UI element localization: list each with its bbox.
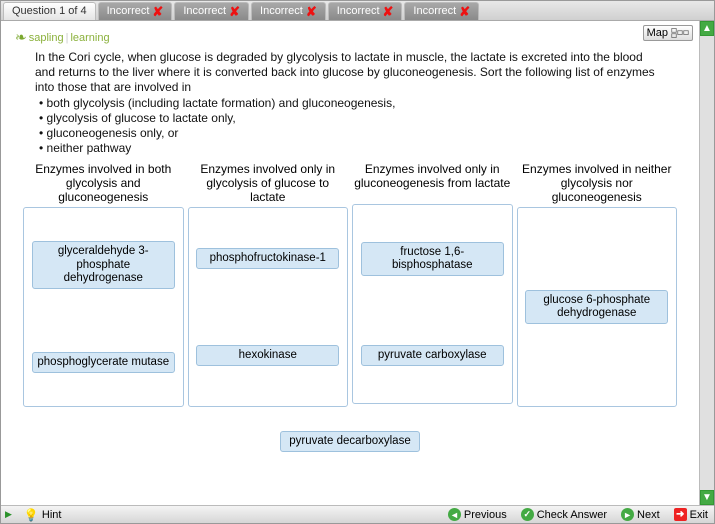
previous-button[interactable]: ◄ Previous [446, 508, 509, 521]
enzyme-tile[interactable]: pyruvate carboxylase [361, 345, 504, 366]
scroll-up-icon[interactable]: ▲ [700, 21, 714, 36]
enzyme-tile[interactable]: phosphofructokinase-1 [196, 248, 339, 269]
play-icon: ▶ [5, 509, 12, 520]
sort-column: Enzymes involved in both glycolysis and … [23, 162, 184, 407]
scroll-down-icon[interactable]: ▼ [700, 490, 714, 505]
enzyme-tile[interactable]: glucose 6-phosphate dehydrogenase [525, 290, 668, 324]
column-header: Enzymes involved only in glycolysis of g… [188, 162, 349, 207]
enzyme-tile[interactable]: pyruvate decarboxylase [280, 431, 420, 452]
drop-zone[interactable]: glucose 6-phosphate dehydrogenase [517, 207, 678, 407]
bullet-item: glycolysis of glucose to lactate only, [39, 111, 665, 126]
enzyme-tile[interactable]: fructose 1,6-bisphosphatase [361, 242, 504, 276]
exit-button[interactable]: ➜ Exit [672, 508, 710, 521]
bullet-item: gluconeogenesis only, or [39, 126, 665, 141]
arrow-right-icon: ► [621, 508, 634, 521]
sort-column: Enzymes involved only in gluconeogenesis… [352, 162, 513, 407]
x-icon: ✘ [459, 5, 470, 18]
sort-columns: Enzymes involved in both glycolysis and … [7, 162, 693, 407]
tab-attempt[interactable]: Incorrect ✘ [328, 2, 403, 20]
content-area: ❧ sapling|learning Map In the Cori cycle… [1, 21, 699, 505]
tab-bar: Question 1 of 4 Incorrect ✘Incorrect ✘In… [1, 1, 714, 21]
hint-button[interactable]: 💡 Hint [22, 508, 64, 522]
enzyme-tile[interactable]: hexokinase [196, 345, 339, 366]
brand-logo: ❧ sapling|learning [7, 25, 110, 46]
question-text: In the Cori cycle, when glucose is degra… [7, 50, 693, 162]
enzyme-tile[interactable]: glyceraldehyde 3-phosphate dehydrogenase [32, 241, 175, 289]
lightbulb-icon: 💡 [24, 508, 39, 522]
vertical-scrollbar[interactable]: ▲ ▼ [699, 21, 714, 505]
column-header: Enzymes involved only in gluconeogenesis… [352, 162, 513, 204]
bullet-item: neither pathway [39, 141, 665, 156]
leaf-icon: ❧ [15, 29, 27, 46]
drop-zone[interactable]: fructose 1,6-bisphosphatase pyruvate carb… [352, 204, 513, 404]
column-header: Enzymes involved in both glycolysis and … [23, 162, 184, 207]
x-icon: ✘ [152, 5, 163, 18]
column-header: Enzymes involved in neither glycolysis n… [517, 162, 678, 207]
tab-attempt[interactable]: Incorrect ✘ [174, 2, 249, 20]
question-bullets: both glycolysis (including lactate forma… [39, 95, 665, 156]
next-button[interactable]: ► Next [619, 508, 662, 521]
drop-zone[interactable]: phosphofructokinase-1 hexokinase [188, 207, 349, 407]
exit-icon: ➜ [674, 508, 687, 521]
tab-attempt[interactable]: Incorrect ✘ [404, 2, 479, 20]
arrow-left-icon: ◄ [448, 508, 461, 521]
sort-column: Enzymes involved in neither glycolysis n… [517, 162, 678, 407]
check-icon: ✓ [521, 508, 534, 521]
x-icon: ✘ [383, 5, 394, 18]
x-icon: ✘ [306, 5, 317, 18]
tab-attempt[interactable]: Incorrect ✘ [251, 2, 326, 20]
check-answer-button[interactable]: ✓ Check Answer [519, 508, 609, 521]
footer-bar: ▶ 💡 Hint ◄ Previous ✓ Check Answer ► Nex… [1, 505, 714, 523]
tab-question[interactable]: Question 1 of 4 [3, 2, 96, 20]
map-icon [671, 27, 689, 39]
tab-attempt[interactable]: Incorrect ✘ [98, 2, 173, 20]
sort-column: Enzymes involved only in glycolysis of g… [188, 162, 349, 407]
unsorted-pool[interactable]: pyruvate decarboxylase [7, 407, 693, 460]
bullet-item: both glycolysis (including lactate forma… [39, 96, 665, 111]
x-icon: ✘ [229, 5, 240, 18]
map-button[interactable]: Map [643, 25, 693, 41]
enzyme-tile[interactable]: phosphoglycerate mutase [32, 352, 175, 373]
drop-zone[interactable]: glyceraldehyde 3-phosphate dehydrogenase… [23, 207, 184, 407]
